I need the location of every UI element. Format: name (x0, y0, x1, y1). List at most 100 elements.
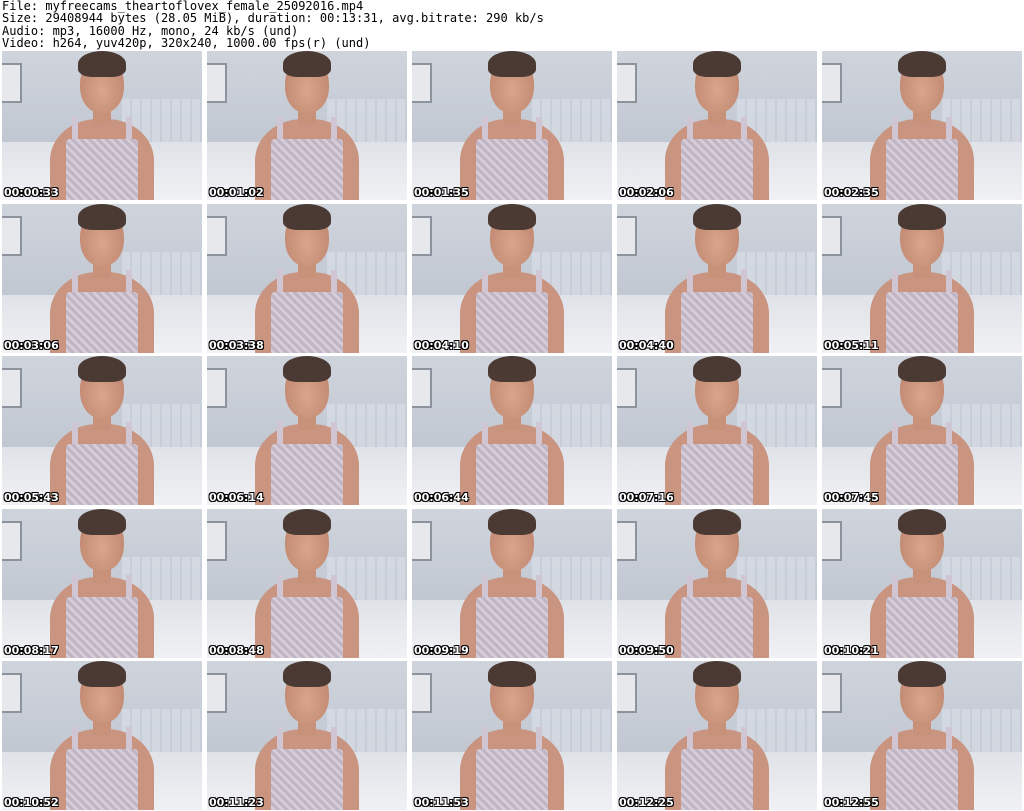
wall-picture-frame (2, 368, 22, 408)
thumbnail-timestamp: 00:08:17 (4, 643, 59, 657)
person-figure (460, 356, 564, 505)
wall-picture-frame (207, 673, 227, 713)
person-figure (870, 51, 974, 200)
person-figure (50, 203, 154, 353)
thumbnail-timestamp: 00:00:33 (4, 186, 59, 199)
thumbnail-timestamp: 00:04:10 (414, 338, 469, 352)
wall-picture-frame (617, 215, 637, 256)
wall-picture-frame (822, 520, 842, 561)
thumbnail-timestamp: 00:08:48 (209, 643, 264, 657)
thumbnail-timestamp: 00:03:38 (209, 338, 264, 352)
wall-picture-frame (822, 215, 842, 256)
thumbnail-timestamp: 00:09:19 (414, 643, 469, 657)
video-thumbnail[interactable]: 00:07:16 (617, 356, 817, 505)
thumbnail-timestamp: 00:05:11 (824, 338, 879, 352)
wall-picture-frame (822, 673, 842, 713)
person-figure (255, 508, 359, 658)
person-figure (460, 508, 564, 658)
person-figure (50, 356, 154, 505)
person-figure (665, 51, 769, 200)
wall-picture-frame (207, 63, 227, 103)
person-figure (255, 661, 359, 810)
video-info-line: Video: h264, yuv420p, 320x240, 1000.00 f… (2, 36, 371, 51)
video-thumbnail[interactable]: 00:02:35 (822, 51, 1022, 200)
thumbnail-timestamp: 00:02:35 (824, 186, 879, 199)
wall-picture-frame (2, 215, 22, 256)
person-figure (255, 356, 359, 505)
person-figure (50, 508, 154, 658)
thumbnail-timestamp: 00:07:16 (619, 491, 674, 504)
video-thumbnail[interactable]: 00:05:43 (2, 356, 202, 505)
video-thumbnail[interactable]: 00:04:40 (617, 203, 817, 353)
wall-picture-frame (617, 673, 637, 713)
wall-picture-frame (207, 520, 227, 561)
wall-picture-frame (207, 368, 227, 408)
video-thumbnail[interactable]: 00:02:06 (617, 51, 817, 200)
person-figure (50, 661, 154, 810)
video-thumbnail[interactable]: 00:11:53 (412, 661, 612, 810)
person-figure (460, 203, 564, 353)
video-thumbnail[interactable]: 00:03:06 (2, 203, 202, 353)
wall-picture-frame (822, 63, 842, 103)
wall-picture-frame (412, 368, 432, 408)
person-figure (870, 661, 974, 810)
video-thumbnail[interactable]: 00:07:45 (822, 356, 1022, 505)
thumbnail-timestamp: 00:03:06 (4, 338, 59, 352)
person-figure (255, 203, 359, 353)
wall-picture-frame (617, 368, 637, 408)
person-figure (665, 203, 769, 353)
video-thumbnail[interactable]: 00:04:10 (412, 203, 612, 353)
file-size-line: Size: 29408944 bytes (28.05 MiB), durati… (2, 11, 544, 26)
wall-picture-frame (617, 63, 637, 103)
wall-picture-frame (617, 520, 637, 561)
video-thumbnail[interactable]: 00:01:35 (412, 51, 612, 200)
wall-picture-frame (2, 520, 22, 561)
wall-picture-frame (207, 215, 227, 256)
video-thumbnail[interactable]: 00:08:48 (207, 508, 407, 658)
video-thumbnail[interactable]: 00:08:17 (2, 508, 202, 658)
thumbnail-timestamp: 00:07:45 (824, 491, 879, 504)
video-thumbnail[interactable]: 00:06:14 (207, 356, 407, 505)
person-figure (665, 661, 769, 810)
thumbnail-grid: 00:00:33 00:01:02 00:01:35 00:02:06 00:02:35… (2, 51, 1022, 810)
thumbnail-timestamp: 00:12:55 (824, 796, 879, 809)
video-thumbnail[interactable]: 00:12:55 (822, 661, 1022, 810)
video-thumbnail[interactable]: 00:09:19 (412, 508, 612, 658)
thumbnail-timestamp: 00:02:06 (619, 186, 674, 199)
person-figure (50, 51, 154, 200)
thumbnail-timestamp: 00:11:23 (209, 796, 264, 809)
person-figure (870, 356, 974, 505)
video-thumbnail[interactable]: 00:10:21 (822, 508, 1022, 658)
thumbnail-timestamp: 00:05:43 (4, 491, 59, 504)
wall-picture-frame (822, 368, 842, 408)
file-info-header: File: myfreecams_theartoflovex_female_25… (2, 0, 1022, 50)
person-figure (870, 203, 974, 353)
thumbnail-timestamp: 00:06:14 (209, 491, 264, 504)
wall-picture-frame (2, 673, 22, 713)
wall-picture-frame (412, 673, 432, 713)
video-thumbnail[interactable]: 00:11:23 (207, 661, 407, 810)
person-figure (665, 356, 769, 505)
thumbnail-timestamp: 00:01:35 (414, 186, 469, 199)
video-thumbnail[interactable]: 00:09:50 (617, 508, 817, 658)
wall-picture-frame (412, 520, 432, 561)
video-thumbnail[interactable]: 00:03:38 (207, 203, 407, 353)
wall-picture-frame (412, 215, 432, 256)
person-figure (460, 51, 564, 200)
thumbnail-timestamp: 00:09:50 (619, 643, 674, 657)
thumbnail-timestamp: 00:01:02 (209, 186, 264, 199)
thumbnail-timestamp: 00:04:40 (619, 338, 674, 352)
video-thumbnail[interactable]: 00:05:11 (822, 203, 1022, 353)
video-thumbnail[interactable]: 00:06:44 (412, 356, 612, 505)
video-thumbnail[interactable]: 00:12:25 (617, 661, 817, 810)
wall-picture-frame (412, 63, 432, 103)
video-thumbnail[interactable]: 00:01:02 (207, 51, 407, 200)
person-figure (255, 51, 359, 200)
thumbnail-timestamp: 00:10:21 (824, 643, 879, 657)
wall-picture-frame (2, 63, 22, 103)
thumbnail-timestamp: 00:06:44 (414, 491, 469, 504)
person-figure (665, 508, 769, 658)
video-thumbnail[interactable]: 00:00:33 (2, 51, 202, 200)
video-thumbnail[interactable]: 00:10:52 (2, 661, 202, 810)
thumbnail-timestamp: 00:10:52 (4, 796, 59, 809)
